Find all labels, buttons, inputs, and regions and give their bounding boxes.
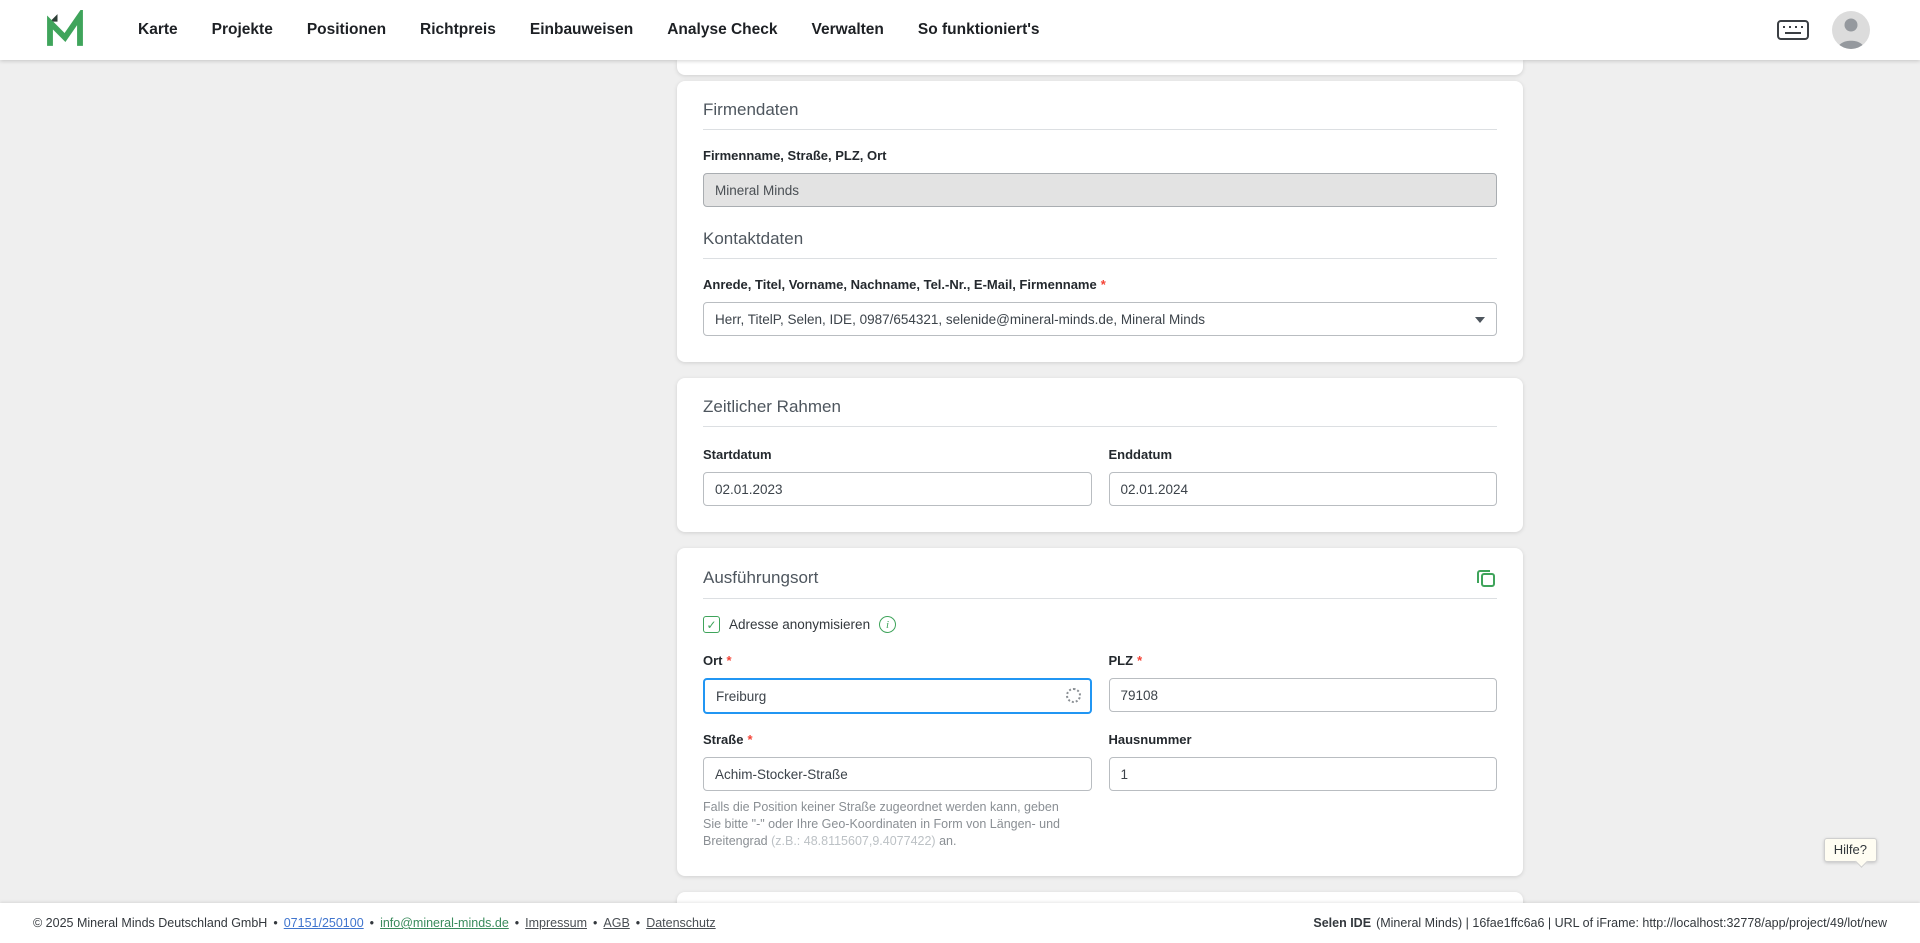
- hausnummer-label: Hausnummer: [1109, 732, 1192, 747]
- footer-left: © 2025 Mineral Minds Deutschland GmbH • …: [33, 916, 716, 930]
- startdatum-field: Startdatum: [703, 429, 1092, 506]
- nav-item-einbauweisen[interactable]: Einbauweisen: [530, 21, 633, 39]
- firmenname-input: [703, 173, 1497, 207]
- card-zeitlicher-rahmen: Zeitlicher Rahmen Startdatum Enddatum: [677, 378, 1523, 532]
- debug-details: (Mineral Minds) | 16fae1ffc6a6 | URL of …: [1376, 916, 1887, 930]
- debug-app-name: Selen IDE: [1313, 916, 1371, 930]
- kontakt-select-value: Herr, TitelP, Selen, IDE, 0987/654321, s…: [715, 312, 1205, 327]
- footer-email-link[interactable]: info@mineral-minds.de: [380, 916, 509, 930]
- card-partial-top: [677, 60, 1523, 75]
- nav-item-verwalten[interactable]: Verwalten: [812, 21, 884, 39]
- strasse-input[interactable]: [703, 757, 1092, 791]
- startdatum-input[interactable]: [703, 472, 1092, 506]
- nav-item-positionen[interactable]: Positionen: [307, 21, 386, 39]
- required-asterisk: *: [727, 653, 732, 668]
- nav-item-karte[interactable]: Karte: [138, 21, 178, 39]
- footer-impressum-link[interactable]: Impressum: [525, 916, 587, 930]
- user-avatar[interactable]: [1832, 11, 1870, 49]
- ort-input[interactable]: [703, 678, 1092, 714]
- mineral-minds-logo-icon: [44, 10, 86, 50]
- anonymisieren-label[interactable]: Adresse anonymisieren: [729, 617, 870, 632]
- strasse-hint: Falls die Position keiner Straße zugeord…: [703, 799, 1075, 850]
- required-asterisk: *: [1101, 277, 1106, 292]
- anonymisieren-checkbox[interactable]: ✓: [703, 616, 720, 633]
- info-icon[interactable]: i: [879, 616, 896, 633]
- loading-spinner-icon: [1066, 688, 1081, 703]
- card-firmendaten: Firmendaten Firmenname, Straße, PLZ, Ort…: [677, 81, 1523, 362]
- nav-item-projekte[interactable]: Projekte: [212, 21, 273, 39]
- plz-input[interactable]: [1109, 678, 1498, 712]
- enddatum-field: Enddatum: [1109, 429, 1498, 506]
- nav-item-richtpreis[interactable]: Richtpreis: [420, 21, 496, 39]
- kontakt-select[interactable]: Herr, TitelP, Selen, IDE, 0987/654321, s…: [703, 302, 1497, 336]
- hausnummer-input[interactable]: [1109, 757, 1498, 791]
- enddatum-input[interactable]: [1109, 472, 1498, 506]
- section-title-zeitlicher-rahmen: Zeitlicher Rahmen: [703, 397, 1497, 417]
- footer-datenschutz-link[interactable]: Datenschutz: [646, 916, 715, 930]
- ort-field: Ort *: [703, 635, 1092, 714]
- hausnummer-field: Hausnummer: [1109, 714, 1498, 791]
- plz-field: PLZ*: [1109, 635, 1498, 714]
- firmenname-label-row: Firmenname, Straße, PLZ, Ort: [703, 147, 1497, 165]
- hint-example: (z.B.: 48.8115607,9.4077422): [771, 834, 935, 848]
- ort-label: Ort: [703, 653, 723, 668]
- strasse-field: Straße *: [703, 714, 1092, 791]
- required-asterisk: *: [747, 732, 752, 747]
- section-title-firmendaten: Firmendaten: [703, 100, 1497, 120]
- main-content: Firmendaten Firmenname, Straße, PLZ, Ort…: [677, 60, 1523, 938]
- divider: [703, 426, 1497, 427]
- chevron-down-icon: [1475, 317, 1485, 323]
- help-button[interactable]: Hilfe?: [1824, 838, 1877, 862]
- anonymisieren-row: ✓ Adresse anonymisieren i: [703, 616, 1497, 633]
- main-nav: Karte Projekte Positionen Richtpreis Ein…: [138, 21, 1040, 39]
- divider: [703, 598, 1497, 599]
- footer-phone-link[interactable]: 07151/250100: [284, 916, 364, 930]
- divider: [703, 129, 1497, 130]
- duplicate-icon[interactable]: [1475, 567, 1497, 589]
- app-logo[interactable]: [44, 10, 86, 50]
- nav-item-so-funktionierts[interactable]: So funktioniert's: [918, 21, 1040, 39]
- divider: [703, 258, 1497, 259]
- startdatum-label: Startdatum: [703, 447, 772, 462]
- card-ausfuehrungsort: Ausführungsort ✓ Adresse anonymisieren i…: [677, 548, 1523, 876]
- section-title-kontaktdaten: Kontaktdaten: [703, 229, 1497, 249]
- kontakt-label-row: Anrede, Titel, Vorname, Nachname, Tel.-N…: [703, 276, 1497, 294]
- navbar-right: [1776, 11, 1870, 49]
- nav-item-analyse-check[interactable]: Analyse Check: [667, 21, 777, 39]
- keyboard-icon[interactable]: [1776, 18, 1810, 42]
- copyright-text: © 2025 Mineral Minds Deutschland GmbH: [33, 916, 267, 930]
- plz-label: PLZ: [1109, 653, 1134, 668]
- strasse-label: Straße: [703, 732, 743, 747]
- footer: © 2025 Mineral Minds Deutschland GmbH • …: [0, 903, 1920, 943]
- enddatum-label: Enddatum: [1109, 447, 1173, 462]
- section-title-ausfuehrungsort: Ausführungsort: [703, 568, 818, 588]
- kontakt-label: Anrede, Titel, Vorname, Nachname, Tel.-N…: [703, 277, 1097, 292]
- firmenname-label: Firmenname, Straße, PLZ, Ort: [703, 148, 887, 163]
- top-navbar: Karte Projekte Positionen Richtpreis Ein…: [0, 0, 1920, 60]
- person-icon: [1832, 11, 1870, 49]
- footer-debug-info: Selen IDE (Mineral Minds) | 16fae1ffc6a6…: [1313, 916, 1887, 930]
- check-icon: ✓: [706, 619, 716, 631]
- footer-agb-link[interactable]: AGB: [603, 916, 629, 930]
- required-asterisk: *: [1137, 653, 1142, 668]
